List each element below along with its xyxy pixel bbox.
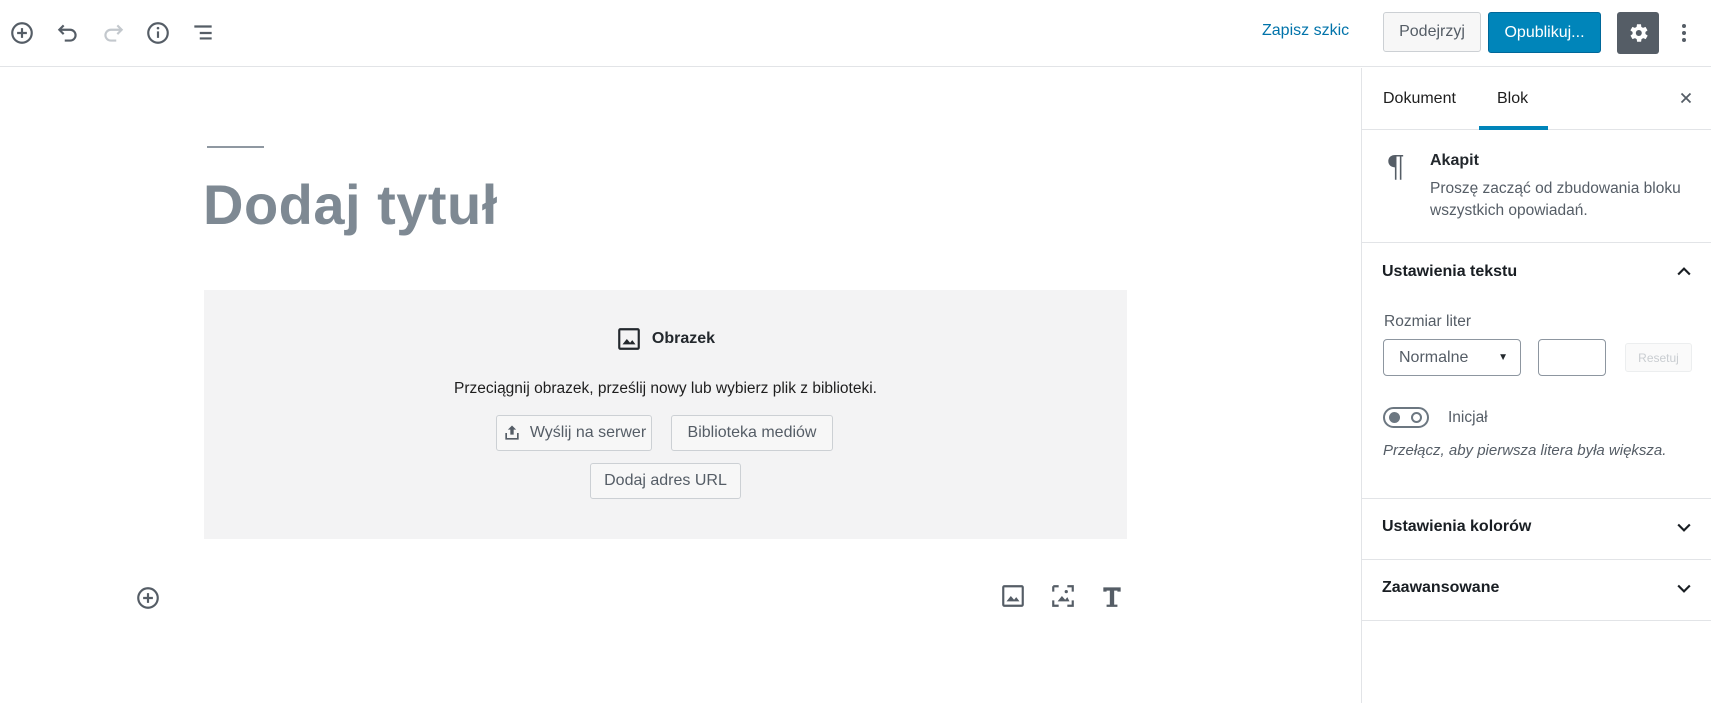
block-navigation-button[interactable] [187,17,219,49]
drop-cap-label[interactable]: Inicjał [1448,409,1488,427]
block-card-description: Proszę zacząć od zbudowania bloku wszyst… [1430,180,1681,219]
advanced-title: Zaawansowane [1382,579,1500,596]
gear-icon [1630,24,1648,42]
upload-button-label: Wyślij na serwer [529,424,647,441]
settings-toggle-button[interactable] [1617,12,1659,54]
image-icon [1002,585,1024,607]
image-icon [618,328,640,350]
color-settings-panel-toggle[interactable]: Ustawienia kolorów [1362,499,1711,555]
tab-block[interactable]: Blok [1497,90,1528,108]
toggle-knob [1389,412,1400,423]
paragraph-icon: ¶ [1386,150,1406,185]
more-options-button[interactable] [1670,17,1698,49]
undo-button[interactable] [52,17,84,49]
custom-font-size-input[interactable] [1538,339,1606,376]
image-block-instructions: Przeciągnij obrazek, prześlij nowy lub w… [454,380,877,397]
chevron-down-icon [1677,584,1691,593]
toggle-off-indicator [1411,412,1422,423]
color-settings-title: Ustawienia kolorów [1382,518,1532,535]
redo-button[interactable] [97,17,129,49]
chevron-down-icon: ▼ [1498,352,1508,363]
reset-font-size-button[interactable]: Resetuj [1625,343,1692,372]
image-block-placeholder: Obrazek Przeciągnij obrazek, prześlij no… [204,290,1127,539]
insert-image-shortcut[interactable] [997,580,1029,612]
insert-heading-shortcut[interactable] [1096,580,1128,612]
text-settings-panel-toggle[interactable]: Ustawienia tekstu [1362,244,1711,300]
upload-button[interactable]: Wyślij na serwer [496,415,652,451]
block-card-title: Akapit [1430,152,1479,169]
more-vertical-icon [1682,24,1686,42]
image-block-title: Obrazek [651,330,716,347]
info-button[interactable] [142,17,174,49]
panel-divider [1362,620,1711,621]
heading-icon [1103,587,1121,607]
insert-url-button[interactable]: Dodaj adres URL [590,463,741,499]
font-size-selected-value: Normalne [1399,348,1469,366]
tab-document[interactable]: Dokument [1383,90,1456,108]
drop-cap-toggle[interactable] [1383,407,1429,428]
block-card: ¶ Akapit Proszę zacząć od zbudowania blo… [1362,130,1711,243]
chevron-up-icon [1677,267,1691,276]
drop-cap-help: Przełącz, aby pierwsza litera była więks… [1383,442,1667,459]
redo-icon [104,24,124,42]
info-icon [147,22,169,44]
plus-circle-icon [11,22,33,44]
sidebar-tabs: Dokument Blok [1362,68,1711,130]
save-draft-button[interactable]: Zapisz szkic [1262,22,1349,40]
chevron-down-icon [1677,523,1691,532]
font-size-label: Rozmiar liter [1384,313,1471,330]
insert-gallery-shortcut[interactable] [1047,580,1079,612]
close-icon [1680,92,1692,104]
upload-icon [505,425,519,440]
advanced-panel-toggle[interactable]: Zaawansowane [1362,560,1711,616]
plus-circle-icon [137,587,159,609]
post-title-input[interactable]: Dodaj tytuł [203,172,498,237]
text-settings-title: Ustawienia tekstu [1382,263,1518,280]
editor-header: Zapisz szkic Podejrzyj Opublikuj... [0,0,1711,67]
media-library-button[interactable]: Biblioteka mediów [671,415,833,451]
close-sidebar-button[interactable] [1674,86,1698,110]
image-block-label: Obrazek [204,326,1127,352]
publish-button[interactable]: Opublikuj... [1488,12,1601,53]
preview-button[interactable]: Podejrzyj [1383,12,1481,52]
settings-sidebar: Dokument Blok ¶ Akapit Proszę zacząć od … [1361,68,1711,703]
list-outline-icon [194,25,212,40]
title-separator [207,146,264,148]
gallery-icon [1052,585,1074,607]
font-size-select[interactable]: Normalne ▼ [1383,339,1521,376]
add-block-button[interactable] [6,17,38,49]
undo-icon [57,24,77,42]
add-block-inline-button[interactable] [134,584,162,612]
editor-canvas: Dodaj tytuł Obrazek Przeciągnij obrazek,… [0,68,1361,703]
